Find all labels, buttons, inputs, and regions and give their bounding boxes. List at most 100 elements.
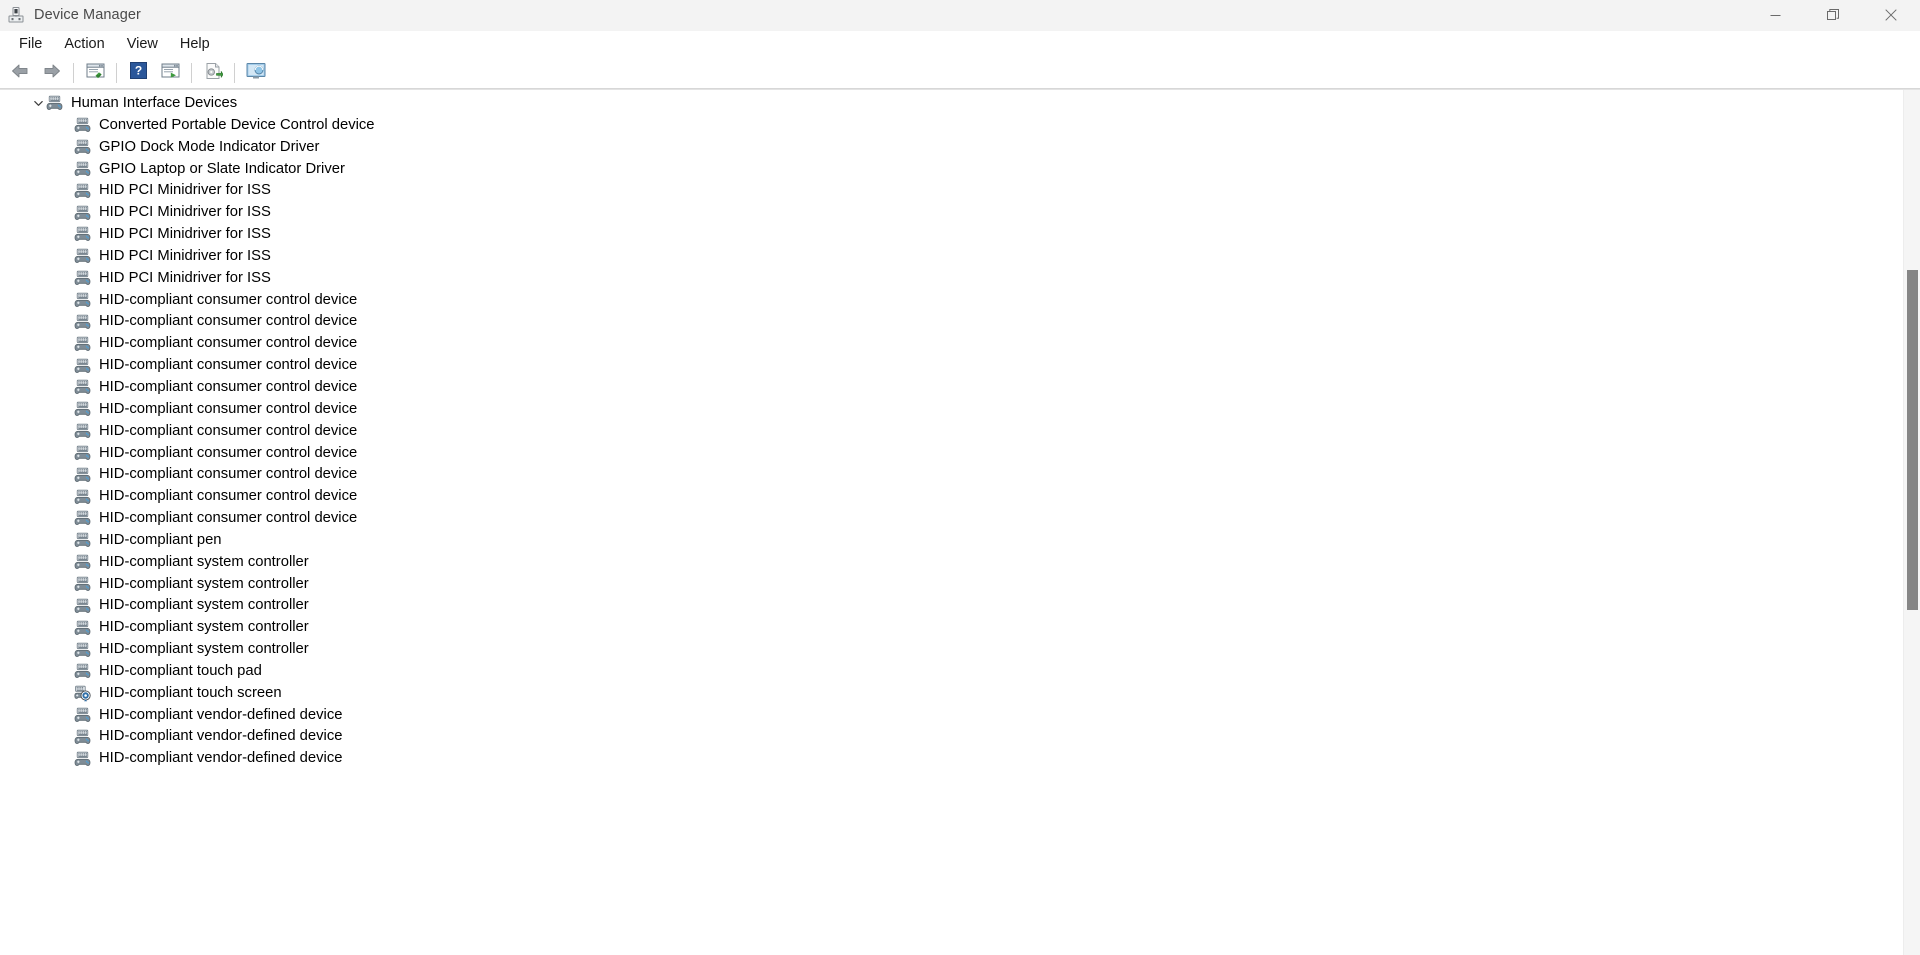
tree-node-device[interactable]: HID-compliant system controller	[0, 595, 1903, 617]
window-title: Device Manager	[34, 7, 141, 23]
tree-node-label: HID-compliant system controller	[99, 553, 309, 570]
hid-device-icon	[74, 183, 91, 200]
show-hidden-devices-button[interactable]	[155, 60, 185, 86]
title-bar: Device Manager	[0, 0, 1920, 31]
tree-node-device[interactable]: HID PCI Minidriver for ISS	[0, 268, 1903, 290]
restore-button[interactable]	[1804, 0, 1862, 30]
help-button[interactable]: ?	[123, 60, 153, 86]
tree-node-device[interactable]: HID-compliant consumer control device	[0, 355, 1903, 377]
tree-node-human-interface-devices[interactable]: Human Interface Devices	[0, 93, 1903, 115]
tree-node-device[interactable]: HID-compliant consumer control device	[0, 443, 1903, 465]
hid-device-icon	[74, 292, 91, 309]
vertical-scrollbar[interactable]	[1903, 90, 1920, 955]
tree-node-label: Converted Portable Device Control device	[99, 116, 375, 133]
tree-node-device[interactable]: HID-compliant system controller	[0, 552, 1903, 574]
tree-node-label: HID-compliant consumer control device	[99, 335, 358, 352]
forward-arrow-icon	[42, 62, 62, 85]
hid-device-icon	[74, 598, 91, 615]
scrollbar-thumb[interactable]	[1907, 270, 1918, 610]
hid-device-icon	[74, 117, 91, 134]
tree-node-device[interactable]: HID PCI Minidriver for ISS	[0, 246, 1903, 268]
tree-node-device[interactable]: HID-compliant consumer control device	[0, 377, 1903, 399]
tree-node-label: GPIO Dock Mode Indicator Driver	[99, 138, 320, 155]
tree-node-label: HID PCI Minidriver for ISS	[99, 182, 271, 199]
help-question-icon: ?	[129, 62, 147, 84]
tree-node-device[interactable]: HID-compliant vendor-defined device	[0, 705, 1903, 727]
menu-file[interactable]: File	[8, 33, 53, 56]
tree-node-device[interactable]: GPIO Laptop or Slate Indicator Driver	[0, 159, 1903, 181]
hid-device-icon	[74, 248, 91, 265]
tree-node-device[interactable]: Converted Portable Device Control device	[0, 115, 1903, 137]
minimize-button[interactable]	[1746, 0, 1804, 30]
tree-node-label: HID-compliant touch screen	[99, 684, 282, 701]
back-button[interactable]	[5, 60, 35, 86]
tree-node-label: HID-compliant consumer control device	[99, 444, 358, 461]
hid-device-icon	[74, 489, 91, 506]
tree-node-label: HID-compliant system controller	[99, 575, 309, 592]
tree-node-label: HID-compliant consumer control device	[99, 378, 358, 395]
toolbar-separator	[73, 63, 74, 83]
menu-action[interactable]: Action	[53, 33, 115, 56]
hid-device-icon	[74, 270, 91, 287]
hid-device-icon	[74, 532, 91, 549]
tree-node-device[interactable]: HID-compliant touch screen	[0, 683, 1903, 705]
tree-node-device[interactable]: HID-compliant vendor-defined device	[0, 726, 1903, 748]
hid-device-icon	[74, 576, 91, 593]
tree-node-device[interactable]: HID-compliant consumer control device	[0, 311, 1903, 333]
tree-node-device[interactable]: HID PCI Minidriver for ISS	[0, 180, 1903, 202]
update-driver-button[interactable]	[198, 60, 228, 86]
back-arrow-icon	[10, 62, 30, 85]
hid-device-icon	[74, 336, 91, 353]
device-window-icon	[161, 62, 180, 84]
forward-button[interactable]	[37, 60, 67, 86]
device-manager-icon	[7, 6, 25, 24]
monitor-scan-icon	[246, 62, 266, 85]
tree-node-label: HID-compliant system controller	[99, 619, 309, 636]
tree-node-device[interactable]: HID-compliant consumer control device	[0, 399, 1903, 421]
hid-device-icon	[74, 467, 91, 484]
toolbar-separator	[234, 63, 235, 83]
properties-button[interactable]	[80, 60, 110, 86]
device-tree-panel: Human Interface Devices Converted Portab…	[0, 90, 1920, 955]
tree-node-label: HID-compliant touch pad	[99, 662, 262, 679]
tree-node-device[interactable]: HID-compliant system controller	[0, 617, 1903, 639]
tree-node-device[interactable]: HID-compliant pen	[0, 530, 1903, 552]
tree-node-device[interactable]: HID-compliant consumer control device	[0, 508, 1903, 530]
update-driver-icon	[204, 62, 223, 85]
device-manager-window: Device Manager File Action View Help ? H…	[0, 0, 1920, 955]
menu-view[interactable]: View	[116, 33, 169, 56]
menu-bar: File Action View Help	[0, 31, 1920, 57]
tree-node-device[interactable]: HID-compliant consumer control device	[0, 333, 1903, 355]
tree-node-device[interactable]: HID-compliant system controller	[0, 639, 1903, 661]
chevron-down-icon[interactable]	[30, 96, 46, 112]
tree-node-label: HID-compliant consumer control device	[99, 400, 358, 417]
tree-node-device[interactable]: HID PCI Minidriver for ISS	[0, 224, 1903, 246]
toolbar: ?	[0, 57, 1920, 90]
tree-node-device[interactable]: HID-compliant consumer control device	[0, 486, 1903, 508]
toolbar-separator	[191, 63, 192, 83]
tree-node-label: HID-compliant consumer control device	[99, 422, 358, 439]
hid-device-icon	[74, 423, 91, 440]
tree-node-label: HID-compliant system controller	[99, 597, 309, 614]
tree-node-device[interactable]: HID-compliant vendor-defined device	[0, 748, 1903, 770]
hid-device-icon	[74, 379, 91, 396]
hid-device-icon	[74, 226, 91, 243]
tree-node-device[interactable]: HID-compliant touch pad	[0, 661, 1903, 683]
tree-node-label: Human Interface Devices	[71, 95, 238, 112]
hid-device-icon	[74, 707, 91, 724]
close-button[interactable]	[1862, 0, 1920, 30]
hid-device-icon	[74, 663, 91, 680]
tree-node-device[interactable]: HID-compliant system controller	[0, 574, 1903, 596]
menu-help[interactable]: Help	[169, 33, 221, 56]
tree-node-device[interactable]: GPIO Dock Mode Indicator Driver	[0, 137, 1903, 159]
tree-node-device[interactable]: HID-compliant consumer control device	[0, 421, 1903, 443]
tree-node-device[interactable]: HID-compliant consumer control device	[0, 464, 1903, 486]
tree-node-label: HID-compliant vendor-defined device	[99, 706, 343, 723]
tree-node-label: HID-compliant consumer control device	[99, 357, 358, 374]
tree-node-device[interactable]: HID PCI Minidriver for ISS	[0, 202, 1903, 224]
scan-hardware-changes-button[interactable]	[241, 60, 271, 86]
tree-node-label: HID-compliant consumer control device	[99, 313, 358, 330]
tree-node-device[interactable]: HID-compliant consumer control device	[0, 290, 1903, 312]
hid-device-icon	[74, 205, 91, 222]
tree-node-label: HID-compliant consumer control device	[99, 488, 358, 505]
